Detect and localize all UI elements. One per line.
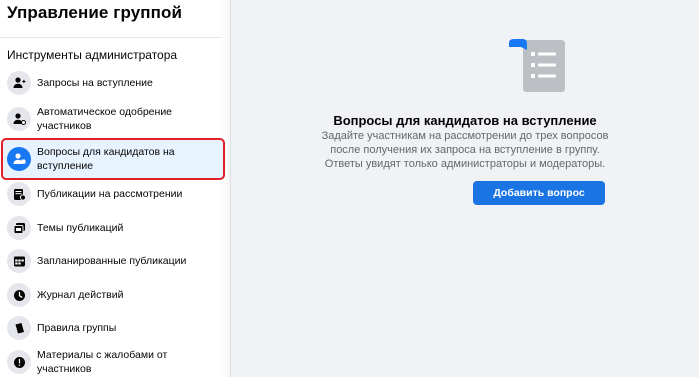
page-title: Вопросы для кандидатов на вступление (333, 113, 597, 128)
person-check-icon (7, 107, 31, 131)
nav-item-label: Журнал действий (37, 289, 124, 301)
post-topics-icon (7, 216, 31, 240)
clock-icon (7, 283, 31, 307)
nav-item-label: Материалы с жалобами от участников (37, 349, 168, 375)
description-line: после получения их запроса на вступление… (330, 144, 600, 156)
nav-item-activity-log[interactable]: Журнал действий (2, 282, 224, 308)
calendar-icon (7, 249, 31, 273)
document-list-icon (507, 38, 567, 99)
nav-item-join-requests[interactable]: Запросы на вступление (2, 70, 224, 96)
nav-item-auto-approve[interactable]: Автоматическое одобрение участников (2, 101, 224, 137)
sidebar-divider (0, 37, 222, 38)
nav-item-label: Запросы на вступление (37, 77, 153, 89)
nav-item-label: Запланированные публикации (37, 255, 187, 267)
description-line: Ответы увидят только администраторы и мо… (324, 158, 606, 170)
nav-item-membership-questions[interactable]: Вопросы для кандидатов на вступление (1, 138, 225, 180)
sidebar: Управление группой Инструменты администр… (0, 0, 231, 377)
page-description: Задайте участникам на рассмотрении до тр… (231, 129, 699, 171)
nav-item-label: Автоматическое одобрение участников (37, 106, 173, 132)
pending-posts-icon (7, 182, 31, 206)
nav-item-post-topics[interactable]: Темы публикаций (2, 215, 224, 241)
alert-icon (7, 350, 31, 374)
person-question-icon (7, 147, 31, 171)
nav-item-label: Темы публикаций (37, 222, 124, 234)
nav-item-scheduled-posts[interactable]: Запланированные публикации (2, 248, 224, 274)
person-add-icon (7, 71, 31, 95)
nav-item-group-rules[interactable]: Правила группы (2, 315, 224, 341)
nav-item-label: Правила группы (37, 322, 117, 334)
sidebar-title: Управление группой (7, 3, 183, 22)
section-label: Инструменты администратора (7, 48, 178, 62)
book-icon (7, 316, 31, 340)
description-line: Задайте участникам на рассмотрении до тр… (321, 130, 609, 142)
add-question-button[interactable]: Добавить вопрос (473, 181, 605, 205)
scroll-shadow (221, 0, 230, 377)
nav-item-label: Вопросы для кандидатов на вступление (37, 146, 175, 172)
nav-item-member-reported[interactable]: Материалы с жалобами от участников (2, 349, 224, 375)
nav-item-pending-posts[interactable]: Публикации на рассмотрении (2, 181, 224, 207)
main-content (231, 0, 699, 377)
nav-item-label: Публикации на рассмотрении (37, 188, 183, 200)
